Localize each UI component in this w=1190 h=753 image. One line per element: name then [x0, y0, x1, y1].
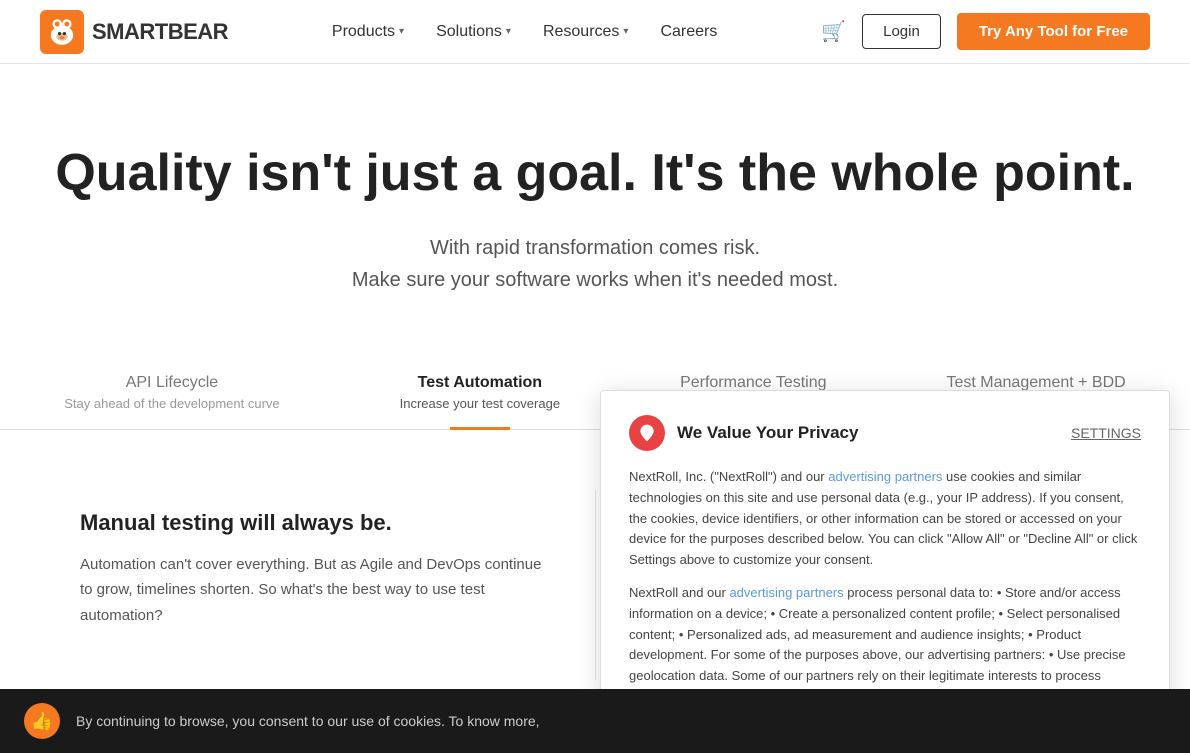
logo[interactable]: SMARTBEAR — [40, 10, 228, 54]
privacy-header-left: We Value Your Privacy — [629, 415, 858, 451]
nav-products[interactable]: Products ▾ — [332, 23, 404, 41]
tab-test-automation[interactable]: Test Automation Increase your test cover… — [340, 356, 620, 429]
bear-svg — [46, 16, 78, 48]
resources-chevron-icon: ▾ — [623, 26, 628, 37]
cookie-bar: 👍 By continuing to browse, you consent t… — [0, 689, 1190, 753]
navigation: SMARTBEAR Products ▾ Solutions ▾ Resourc… — [0, 0, 1190, 64]
nav-careers[interactable]: Careers — [660, 23, 717, 41]
content-left: Manual testing will always be. Automatio… — [80, 490, 595, 680]
nav-solutions[interactable]: Solutions ▾ — [436, 23, 511, 41]
content-left-body: Automation can't cover everything. But a… — [80, 552, 555, 629]
nav-links: Products ▾ Solutions ▾ Resources ▾ Caree… — [332, 23, 717, 41]
privacy-settings-link[interactable]: SETTINGS — [1071, 425, 1141, 441]
privacy-body-1: NextRoll, Inc. ("NextRoll") and our adve… — [629, 467, 1141, 571]
solutions-chevron-icon: ▾ — [506, 26, 511, 37]
adv-partners-link-2[interactable]: advertising partners — [729, 585, 843, 600]
privacy-title: We Value Your Privacy — [677, 423, 858, 443]
hero-subtitle-line2: Make sure your software works when it's … — [40, 264, 1150, 296]
cookie-bar-text: By continuing to browse, you consent to … — [76, 713, 540, 729]
hero-subtitle-line1: With rapid transformation comes risk. — [40, 232, 1150, 264]
privacy-modal-header: We Value Your Privacy SETTINGS — [629, 415, 1141, 451]
nav-resources[interactable]: Resources ▾ — [543, 23, 629, 41]
hero-subtitle: With rapid transformation comes risk. Ma… — [40, 232, 1150, 296]
hero-section: Quality isn't just a goal. It's the whol… — [0, 64, 1190, 356]
cart-icon[interactable]: 🛒 — [821, 19, 846, 44]
login-button[interactable]: Login — [862, 14, 941, 49]
adv-partners-link-1[interactable]: advertising partners — [828, 469, 942, 484]
content-left-title: Manual testing will always be. — [80, 510, 555, 536]
brand-name: SMARTBEAR — [92, 19, 228, 45]
try-button[interactable]: Try Any Tool for Free — [957, 13, 1150, 50]
thumbs-up-icon: 👍 — [24, 703, 60, 739]
hero-title: Quality isn't just a goal. It's the whol… — [40, 144, 1150, 204]
products-chevron-icon: ▾ — [399, 26, 404, 37]
logo-icon — [40, 10, 84, 54]
nav-actions: 🛒 Login Try Any Tool for Free — [821, 13, 1150, 50]
tab-api-lifecycle[interactable]: API Lifecycle Stay ahead of the developm… — [4, 356, 339, 429]
privacy-logo-icon — [629, 415, 665, 451]
nextroll-icon — [637, 423, 657, 443]
